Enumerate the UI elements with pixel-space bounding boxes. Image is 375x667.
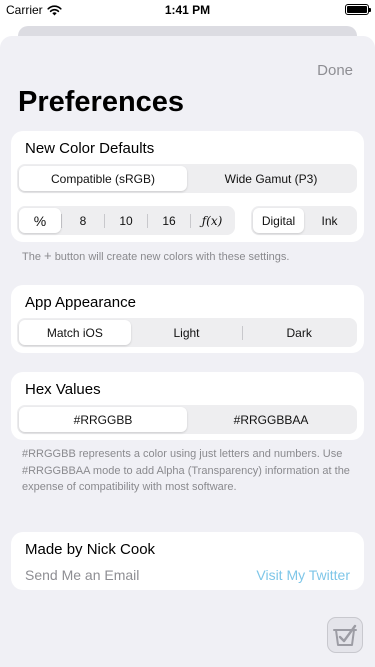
format-option-percent[interactable]: % — [19, 208, 61, 233]
battery-fill — [347, 6, 367, 13]
mode-option-ink[interactable]: Ink — [304, 208, 355, 233]
battery-group — [345, 4, 371, 15]
appearance-option-dark[interactable]: Dark — [243, 320, 355, 345]
new-color-defaults-card: New Color Defaults Compatible (sRGB) Wid… — [11, 131, 364, 242]
new-color-footnote: The + button will create new colors with… — [22, 248, 289, 266]
hex-footnote: #RRGGBB represents a color using just le… — [22, 448, 350, 493]
section-title-hex-values: Hex Values — [25, 381, 101, 398]
hex-option-rrggbbaa[interactable]: #RRGGBBAA — [187, 407, 355, 432]
gamut-option-srgb[interactable]: Compatible (sRGB) — [19, 166, 187, 191]
footnote-text-pre: The — [22, 251, 41, 263]
mode-option-digital[interactable]: Digital — [253, 208, 304, 233]
plus-icon: + — [44, 248, 52, 263]
section-title-new-color-defaults: New Color Defaults — [25, 140, 155, 157]
send-email-link[interactable]: Send Me an Email — [25, 567, 139, 583]
visit-twitter-link[interactable]: Visit My Twitter — [256, 567, 350, 583]
hex-option-rrggbb[interactable]: #RRGGBB — [19, 407, 187, 432]
format-option-function[interactable]: ƒ(x) — [191, 208, 233, 233]
footnote-text-post: button will create new colors with these… — [54, 251, 290, 263]
section-title-about: Made by Nick Cook — [25, 541, 156, 558]
page-title: Preferences — [18, 86, 185, 118]
appearance-option-match-ios[interactable]: Match iOS — [19, 320, 131, 345]
preferences-sheet: Done Preferences New Color Defaults Comp… — [0, 36, 375, 667]
hex-values-card: Hex Values #RRGGBB #RRGGBBAA — [11, 372, 364, 440]
app-icon[interactable] — [327, 617, 363, 653]
format-segmented-control: % 8 10 16 ƒ(x) — [17, 206, 235, 235]
section-title-app-appearance: App Appearance — [25, 294, 136, 311]
battery-icon — [345, 4, 371, 15]
format-option-16[interactable]: 16 — [148, 208, 190, 233]
appearance-segmented-control: Match iOS Light Dark — [17, 318, 357, 347]
done-button[interactable]: Done — [317, 62, 353, 79]
gamut-segmented-control: Compatible (sRGB) Wide Gamut (P3) — [17, 164, 357, 193]
about-card: Made by Nick Cook Send Me an Email Visit… — [11, 532, 364, 590]
gamut-option-p3[interactable]: Wide Gamut (P3) — [187, 166, 355, 191]
format-option-8[interactable]: 8 — [62, 208, 104, 233]
status-bar: Carrier 1:41 PM — [0, 0, 375, 20]
status-time: 1:41 PM — [164, 3, 211, 17]
hex-segmented-control: #RRGGBB #RRGGBBAA — [17, 405, 357, 434]
mode-segmented-control: Digital Ink — [251, 206, 357, 235]
app-appearance-card: App Appearance Match iOS Light Dark — [11, 285, 364, 353]
appearance-option-light[interactable]: Light — [131, 320, 243, 345]
format-option-10[interactable]: 10 — [105, 208, 147, 233]
app-logo-icon — [333, 624, 357, 646]
